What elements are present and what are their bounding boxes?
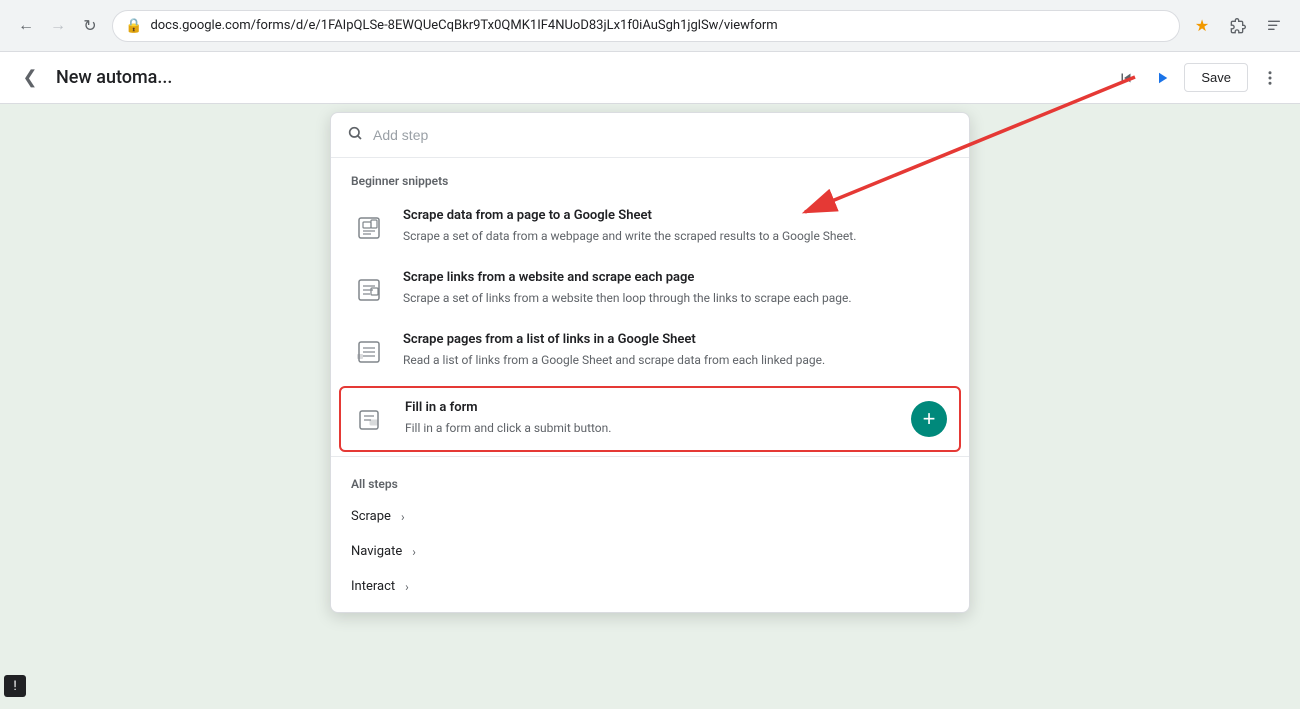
app-content: ❮ New automa... Save: [0, 52, 1300, 709]
search-input[interactable]: [373, 127, 953, 143]
all-steps-section: All steps Scrape › Navigate › Interact ›: [331, 461, 969, 612]
search-icon: [347, 125, 363, 145]
url-text: docs.google.com/forms/d/e/1FAIpQLSe-8EWQ…: [150, 18, 1167, 33]
snippet-desc-4: Fill in a form and click a submit button…: [405, 419, 895, 437]
profile-button[interactable]: [1260, 12, 1288, 40]
snippet-text-4: Fill in a form Fill in a form and click …: [405, 400, 895, 437]
step-item-scrape[interactable]: Scrape ›: [331, 499, 969, 534]
snippet-item-2[interactable]: Scrape links from a website and scrape e…: [331, 258, 969, 320]
warning-badge[interactable]: !: [4, 675, 26, 697]
snippet-text-2: Scrape links from a website and scrape e…: [403, 270, 949, 307]
all-steps-label: All steps: [331, 469, 969, 499]
section-divider: [331, 456, 969, 457]
snippet-desc-1: Scrape a set of data from a webpage and …: [403, 227, 949, 245]
panel-content: Beginner snippets Scrape data from: [331, 158, 969, 612]
snippet-title-2: Scrape links from a website and scrape e…: [403, 270, 949, 285]
reload-button[interactable]: ↻: [76, 12, 104, 40]
browser-chrome: ← → ↻ 🔒 docs.google.com/forms/d/e/1FAIpQ…: [0, 0, 1300, 52]
forward-button[interactable]: →: [44, 12, 72, 40]
snippet-icon-3: [351, 334, 387, 370]
header-actions: Save: [1112, 63, 1284, 92]
step-label-scrape: Scrape: [351, 509, 391, 524]
play-button[interactable]: [1148, 64, 1176, 92]
snippet-title-3: Scrape pages from a list of links in a G…: [403, 332, 949, 347]
address-bar[interactable]: 🔒 docs.google.com/forms/d/e/1FAIpQLSe-8E…: [112, 10, 1180, 42]
snippet-icon-4: [353, 402, 389, 438]
add-step-panel: Beginner snippets Scrape data from: [330, 112, 970, 613]
snippet-title-4: Fill in a form: [405, 400, 895, 415]
add-step-button[interactable]: +: [911, 401, 947, 437]
step-item-navigate[interactable]: Navigate ›: [331, 534, 969, 569]
step-label-navigate: Navigate: [351, 544, 402, 559]
snippet-item-3[interactable]: Scrape pages from a list of links in a G…: [331, 320, 969, 382]
chevron-icon-interact: ›: [405, 580, 409, 594]
main-area: ❮ New automa... Save: [0, 52, 1300, 709]
extensions-button[interactable]: [1224, 12, 1252, 40]
snippet-item-4[interactable]: Fill in a form Fill in a form and click …: [339, 386, 961, 452]
snippet-desc-3: Read a list of links from a Google Sheet…: [403, 351, 949, 369]
more-options-button[interactable]: [1256, 64, 1284, 92]
snippet-text-1: Scrape data from a page to a Google Shee…: [403, 208, 949, 245]
nav-buttons: ← → ↻: [12, 12, 104, 40]
snippet-title-1: Scrape data from a page to a Google Shee…: [403, 208, 949, 223]
step-item-interact[interactable]: Interact ›: [331, 569, 969, 604]
search-bar: [331, 113, 969, 158]
save-button[interactable]: Save: [1184, 63, 1248, 92]
chevron-icon-navigate: ›: [412, 545, 416, 559]
snippet-icon-1: [351, 210, 387, 246]
snippet-text-3: Scrape pages from a list of links in a G…: [403, 332, 949, 369]
back-button[interactable]: ←: [12, 12, 40, 40]
step-label-interact: Interact: [351, 579, 395, 594]
lock-icon: 🔒: [125, 18, 142, 34]
page-title: New automa...: [56, 67, 1100, 88]
bookmark-button[interactable]: ★: [1188, 12, 1216, 40]
chevron-icon-scrape: ›: [401, 510, 405, 524]
beginner-snippets-label: Beginner snippets: [331, 158, 969, 196]
snippet-desc-2: Scrape a set of links from a website the…: [403, 289, 949, 307]
app-header: ❮ New automa... Save: [0, 52, 1300, 104]
app-back-button[interactable]: ❮: [16, 64, 44, 92]
browser-actions: ★: [1188, 12, 1288, 40]
step-back-button[interactable]: [1112, 64, 1140, 92]
snippet-icon-2: [351, 272, 387, 308]
snippet-item-1[interactable]: Scrape data from a page to a Google Shee…: [331, 196, 969, 258]
